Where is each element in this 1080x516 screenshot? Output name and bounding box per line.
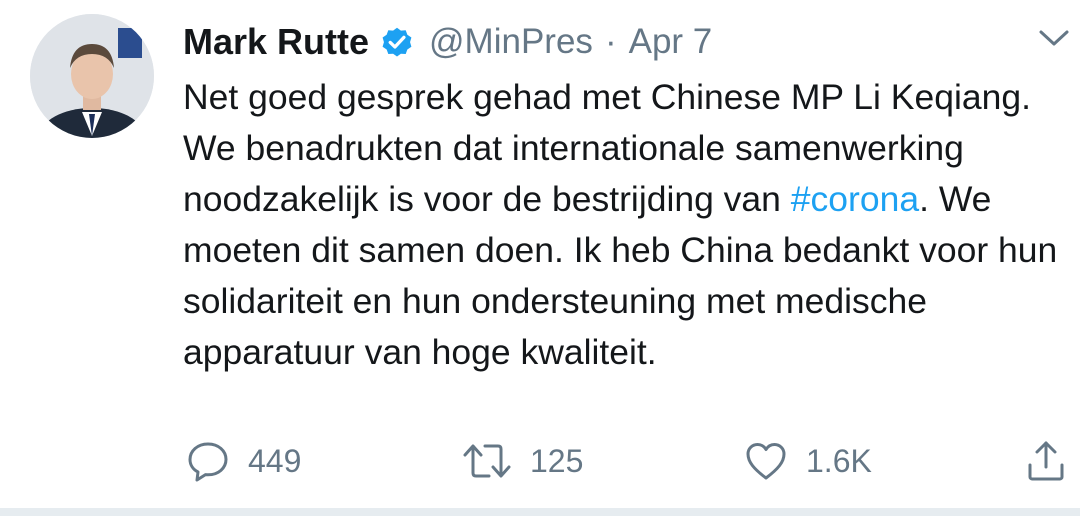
tweet[interactable]: Mark Rutte @MinPres · Apr 7 Net goed ges… xyxy=(0,0,1080,508)
hashtag-link[interactable]: #corona xyxy=(791,179,919,219)
retweet-count: 125 xyxy=(530,442,584,479)
tweet-date[interactable]: Apr 7 xyxy=(629,22,713,62)
like-count: 1.6K xyxy=(806,442,872,479)
separator-dot: · xyxy=(604,22,617,61)
avatar[interactable] xyxy=(30,14,154,138)
tweet-actions: 449 125 1.6K xyxy=(0,436,1080,486)
reply-button[interactable]: 449 xyxy=(186,436,301,486)
heart-icon xyxy=(746,443,786,480)
author-name[interactable]: Mark Rutte xyxy=(183,21,369,63)
author-handle[interactable]: @MinPres xyxy=(429,22,593,62)
share-icon xyxy=(1028,441,1064,481)
retweet-icon xyxy=(463,444,511,478)
reply-count: 449 xyxy=(248,442,302,479)
divider xyxy=(0,508,1080,516)
reply-icon xyxy=(188,442,228,482)
chevron-down-icon[interactable] xyxy=(1036,24,1072,52)
tweet-header: Mark Rutte @MinPres · Apr 7 xyxy=(183,14,712,70)
share-button[interactable] xyxy=(1024,436,1068,486)
tweet-text: Net goed gesprek gehad met Chinese MP Li… xyxy=(183,72,1063,378)
like-button[interactable]: 1.6K xyxy=(744,436,872,486)
verified-badge-icon xyxy=(379,24,415,60)
retweet-button[interactable]: 125 xyxy=(462,436,583,486)
